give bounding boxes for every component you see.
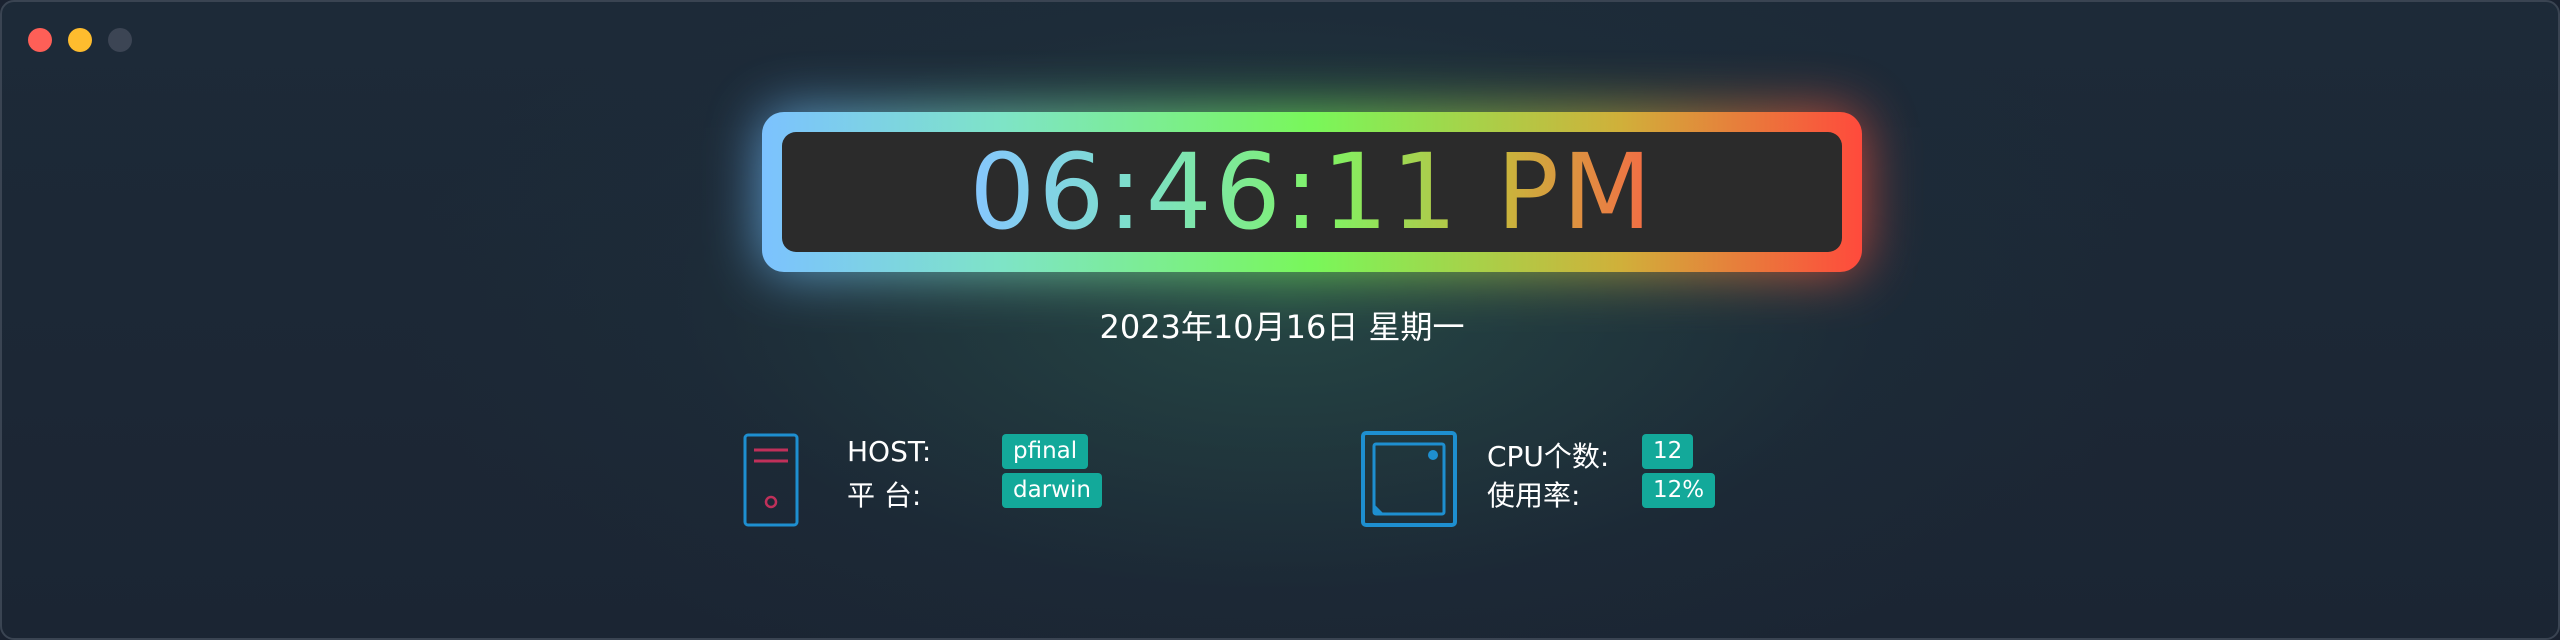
clock-time: 06:46:11 PM bbox=[969, 131, 1655, 253]
cpu-cores-label: CPU个数: bbox=[1487, 440, 1610, 473]
host-value-badge: pfinal bbox=[1002, 434, 1089, 470]
window-controls bbox=[28, 28, 132, 52]
cpu-cores-badge: 12 bbox=[1642, 434, 1694, 470]
date-text: 2023年10月16日 星期一 bbox=[1099, 308, 1465, 346]
cpu-chip-icon bbox=[1361, 431, 1457, 527]
cpu-usage-badge: 12% bbox=[1642, 473, 1716, 509]
platform-value-badge: darwin bbox=[1002, 473, 1102, 509]
clock-display: 06:46:11 PM bbox=[782, 132, 1842, 252]
host-label: HOST: bbox=[847, 435, 932, 468]
close-button[interactable] bbox=[28, 28, 52, 52]
server-tower-icon bbox=[743, 433, 799, 527]
clock-frame: 06:46:11 PM bbox=[762, 112, 1862, 272]
app-window: 06:46:11 PM 2023年10月16日 星期一 HOST: pfinal… bbox=[0, 0, 2560, 640]
platform-label: 平 台: bbox=[847, 479, 922, 512]
zoom-button[interactable] bbox=[108, 28, 132, 52]
minimize-button[interactable] bbox=[68, 28, 92, 52]
cpu-usage-label: 使用率: bbox=[1487, 479, 1581, 512]
